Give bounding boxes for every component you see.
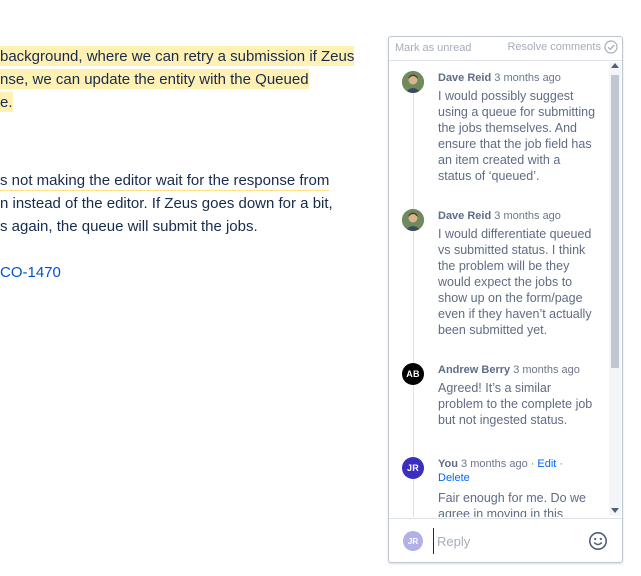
emoji-icon[interactable] (588, 531, 608, 551)
comments-panel: Mark as unread Resolve comments Dave Rei… (388, 36, 623, 563)
comment-author: You (438, 458, 458, 470)
doc-line-5: n instead of the editor. If Zeus goes do… (0, 195, 333, 212)
issue-link[interactable]: CO-1470 (0, 264, 61, 281)
scrollbar-thumb[interactable] (611, 75, 619, 368)
resolve-comments-button[interactable]: Resolve comments (507, 40, 618, 54)
mark-as-unread-button[interactable]: Mark as unread (395, 42, 471, 54)
comment-meta: Dave Reid 3 months ago (438, 71, 608, 85)
scroll-up-arrow-icon[interactable] (611, 63, 619, 68)
user-photo-icon (402, 71, 424, 93)
check-circle-icon (604, 40, 618, 54)
comments-scrollbar[interactable] (609, 62, 621, 516)
comment-author: Dave Reid (438, 72, 492, 84)
doc-line-3: e. (0, 92, 13, 112)
comment-meta: Dave Reid 3 months ago (438, 209, 608, 223)
avatar[interactable]: AB (402, 363, 424, 385)
comment-time: 3 months ago (513, 364, 580, 376)
comment-author: Dave Reid (438, 210, 492, 222)
comment-time: 3 months ago (461, 458, 528, 470)
user-photo-icon (402, 209, 424, 231)
comment-author: Andrew Berry (438, 364, 511, 376)
avatar[interactable] (402, 209, 424, 231)
comment-meta: Andrew Berry 3 months ago (438, 363, 608, 377)
edit-comment-link[interactable]: Edit (537, 458, 556, 470)
doc-line-4: s not making the editor wait for the res… (0, 172, 330, 191)
comment-body: I would differentiate queued vs submitte… (438, 227, 592, 337)
comment-body: I would possibly suggest using a queue f… (438, 89, 596, 183)
separator-dot: · (530, 458, 535, 470)
separator-dot: · (559, 458, 563, 470)
comment-time: 3 months ago (494, 72, 561, 84)
doc-line-link: CO-1470 (0, 263, 61, 283)
comment-meta: You 3 months ago · Edit · Delete (438, 457, 608, 485)
scroll-down-arrow-icon[interactable] (611, 508, 619, 513)
reply-bar: JR (389, 518, 622, 562)
avatar[interactable]: JR (402, 457, 424, 479)
document-body: background, where we can retry a submiss… (0, 0, 380, 576)
delete-comment-link[interactable]: Delete (438, 472, 470, 484)
reply-input[interactable] (433, 528, 579, 554)
comment-body: Agreed! It’s a similar problem to the co… (438, 381, 593, 427)
comment-body: Fair enough for me. Do we agree in movin… (438, 491, 586, 517)
doc-line-6: s again, the queue will submit the jobs. (0, 218, 258, 235)
avatar[interactable] (402, 71, 424, 93)
resolve-comments-label: Resolve comments (507, 41, 601, 53)
comment-time: 3 months ago (494, 210, 561, 222)
thread-connector (413, 91, 414, 517)
comments-panel-header: Mark as unread Resolve comments (389, 37, 622, 61)
doc-line-2: nse, we can update the entity with the Q… (0, 69, 309, 89)
doc-line-1: background, where we can retry a submiss… (0, 46, 355, 66)
reply-avatar: JR (403, 531, 423, 551)
comment-thread: Dave Reid 3 months ago I would possibly … (389, 61, 609, 517)
